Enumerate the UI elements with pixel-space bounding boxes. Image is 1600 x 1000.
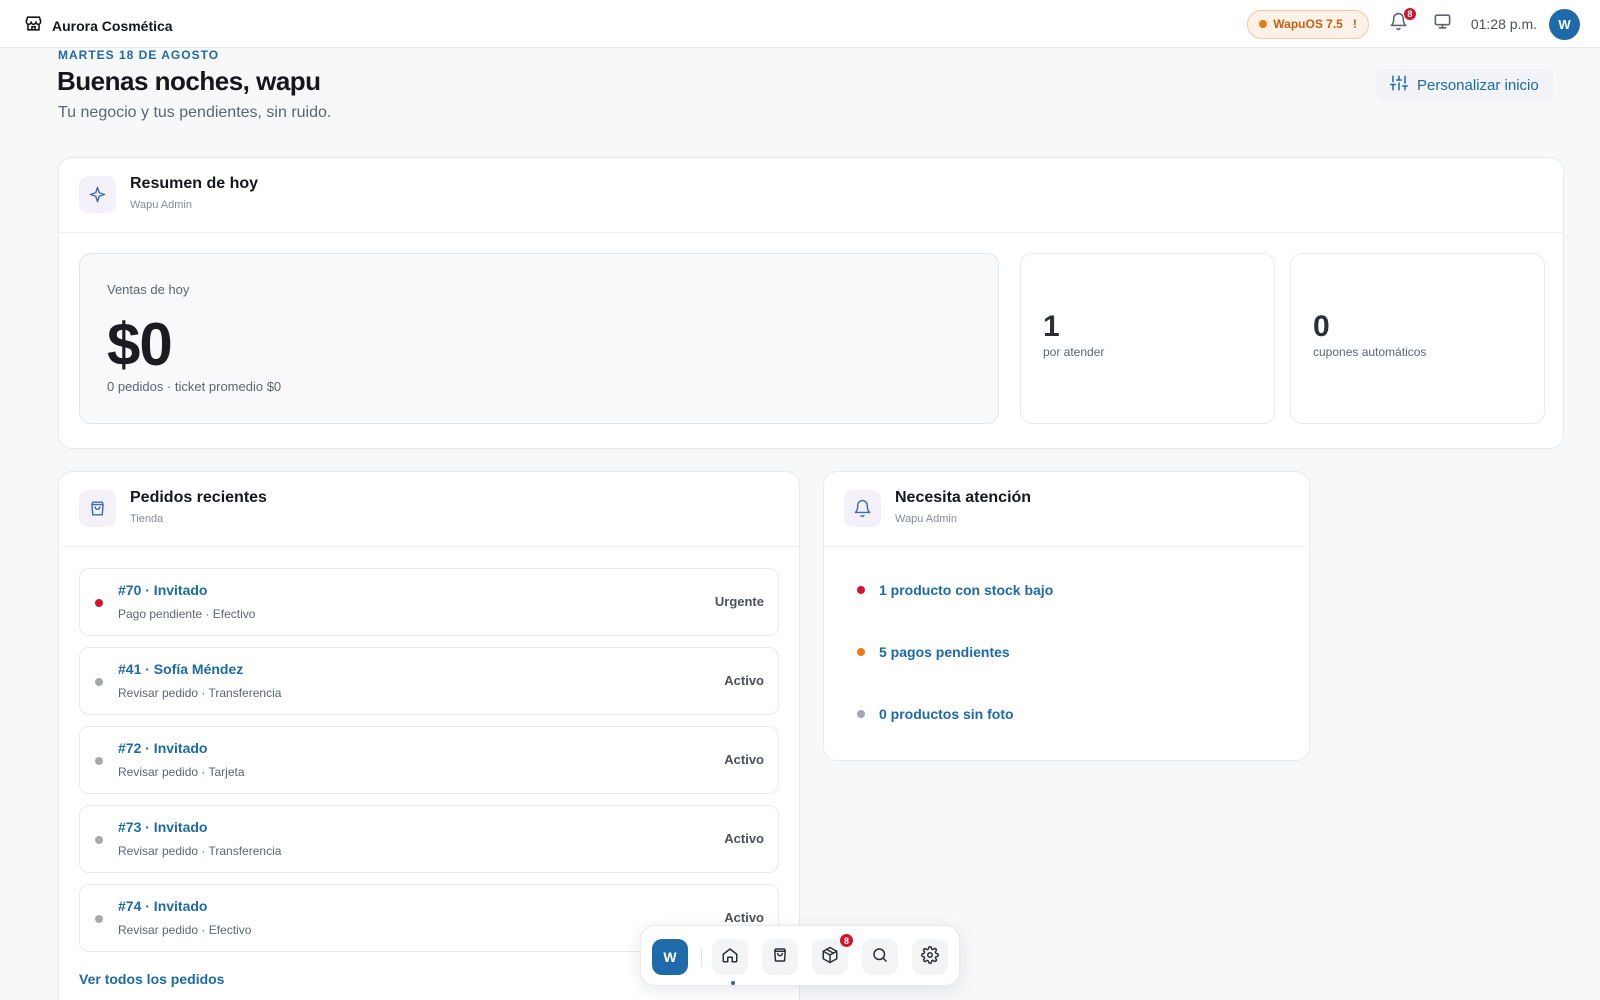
bottom-dock: W 8 <box>640 925 960 986</box>
sliders-icon <box>1390 74 1408 96</box>
order-title: #74 · Invitado <box>118 898 208 914</box>
shopping-bag-icon <box>771 946 789 969</box>
notifications-button[interactable]: 8 <box>1387 7 1417 36</box>
summary-title: Resumen de hoy <box>130 175 259 192</box>
store-brand[interactable]: Aurora Cosmética <box>24 14 173 38</box>
order-meta: Revisar pedido · Transferencia <box>118 844 282 858</box>
order-status-dot <box>95 915 103 923</box>
order-status: Activo <box>724 910 764 925</box>
attention-label: 1 producto con stock bajo <box>879 582 1054 598</box>
attention-dot <box>857 710 865 718</box>
order-meta: Revisar pedido · Efectivo <box>118 923 252 937</box>
stat-coupons-label: cupones automáticos <box>1313 345 1427 359</box>
dock-separator <box>701 948 702 966</box>
attention-item-pending-payments[interactable]: 5 pagos pendientes <box>857 644 1010 660</box>
shopping-bag-icon <box>79 490 116 527</box>
order-row[interactable]: #70 · Invitado Pago pendiente · Efectivo… <box>79 568 779 636</box>
dock-settings-button[interactable] <box>912 939 948 975</box>
attention-item-no-photo[interactable]: 0 productos sin foto <box>857 706 1014 722</box>
order-meta: Pago pendiente · Efectivo <box>118 607 256 621</box>
needs-attention-subtitle: Wapu Admin <box>895 513 957 525</box>
search-icon <box>871 946 889 969</box>
order-status: Activo <box>724 831 764 846</box>
order-title: #41 · Sofía Méndez <box>118 661 244 677</box>
needs-attention-card: Necesita atención Wapu Admin 1 producto … <box>823 471 1310 761</box>
home-icon <box>721 946 739 969</box>
order-status-dot <box>95 599 103 607</box>
order-row[interactable]: #73 · Invitado Revisar pedido · Transfer… <box>79 805 779 873</box>
dock-products-button[interactable]: 8 <box>812 933 854 975</box>
order-status-dot <box>95 678 103 686</box>
order-status-dot <box>95 757 103 765</box>
attention-item-low-stock[interactable]: 1 producto con stock bajo <box>857 582 1053 598</box>
page-subtitle: Tu negocio y tus pendientes, sin ruido. <box>58 104 332 121</box>
today-sales-meta: 0 pedidos · ticket promedio $0 <box>107 379 282 394</box>
order-status: Activo <box>724 752 764 767</box>
today-sales-value: $0 <box>107 311 173 378</box>
order-title: #70 · Invitado <box>118 582 208 598</box>
stat-coupons-value: 0 <box>1313 310 1330 343</box>
attention-dot <box>857 586 865 594</box>
customize-home-button[interactable]: Personalizar inicio <box>1376 69 1553 101</box>
os-status-dot <box>1259 20 1268 28</box>
top-bar: Aurora Cosmética WapuOS 7.5 ! 8 01:28 p.… <box>0 0 1600 48</box>
stat-pending[interactable]: 1 por atender <box>1020 253 1275 424</box>
summary-card-header: Resumen de hoy Wapu Admin <box>59 158 1563 233</box>
dock-search-button[interactable] <box>862 939 898 975</box>
customize-home-label: Personalizar inicio <box>1417 76 1539 94</box>
bell-icon <box>844 490 881 527</box>
store-name: Aurora Cosmética <box>52 18 173 34</box>
summary-subtitle: Wapu Admin <box>130 199 192 211</box>
os-version-pill[interactable]: WapuOS 7.5 ! <box>1247 9 1369 39</box>
os-version-label: WapuOS 7.5 <box>1273 17 1343 31</box>
today-sales-label: Ventas de hoy <box>107 282 190 297</box>
order-row[interactable]: #41 · Sofía Méndez Revisar pedido · Tran… <box>79 647 779 715</box>
dock-orders-badge: 8 <box>839 933 854 948</box>
order-status: Activo <box>724 673 764 688</box>
clock: 01:28 p.m. <box>1470 16 1537 32</box>
dock-orders-button[interactable] <box>762 939 798 975</box>
recent-orders-subtitle: Tienda <box>130 513 164 525</box>
display-button[interactable] <box>1431 12 1455 36</box>
order-status-dot <box>95 836 103 844</box>
monitor-icon <box>1433 12 1452 36</box>
needs-attention-header: Necesita atención Wapu Admin <box>824 472 1309 547</box>
summary-card: Resumen de hoy Wapu Admin Ventas de hoy … <box>58 157 1564 449</box>
package-icon <box>821 946 839 969</box>
dock-home-button[interactable] <box>712 939 748 975</box>
stat-coupons[interactable]: 0 cupones automáticos <box>1290 253 1545 424</box>
attention-label: 5 pagos pendientes <box>879 644 1010 660</box>
os-warning-mark: ! <box>1352 17 1357 31</box>
page-title: Buenas noches, wapu <box>57 66 321 96</box>
stat-pending-label: por atender <box>1043 345 1105 359</box>
order-status: Urgente <box>714 594 764 609</box>
dock-app-launcher[interactable]: W <box>652 939 688 975</box>
order-title: #72 · Invitado <box>118 740 208 756</box>
order-meta: Revisar pedido · Transferencia <box>118 686 282 700</box>
attention-dot <box>857 648 865 656</box>
dock-active-indicator <box>731 981 735 985</box>
order-row[interactable]: #72 · Invitado Revisar pedido · Tarjeta … <box>79 726 779 794</box>
recent-orders-title: Pedidos recientes <box>130 489 267 506</box>
current-date: MARTES 18 DE AGOSTO <box>58 48 220 62</box>
store-icon <box>24 14 43 38</box>
order-title: #73 · Invitado <box>118 819 208 835</box>
order-meta: Revisar pedido · Tarjeta <box>118 765 245 779</box>
today-sales-panel[interactable]: Ventas de hoy $0 0 pedidos · ticket prom… <box>79 253 999 424</box>
gear-icon <box>921 945 939 969</box>
needs-attention-title: Necesita atención <box>895 489 1032 506</box>
stat-pending-value: 1 <box>1043 310 1060 343</box>
user-avatar[interactable]: W <box>1549 8 1580 40</box>
see-all-orders-link[interactable]: Ver todos los pedidos <box>79 971 224 987</box>
recent-orders-header: Pedidos recientes Tienda <box>59 472 799 547</box>
notification-badge: 8 <box>1402 7 1417 21</box>
recent-orders-card: Pedidos recientes Tienda #70 · Invitado … <box>58 471 800 1000</box>
attention-label: 0 productos sin foto <box>879 706 1014 722</box>
sparkle-icon <box>79 176 116 213</box>
